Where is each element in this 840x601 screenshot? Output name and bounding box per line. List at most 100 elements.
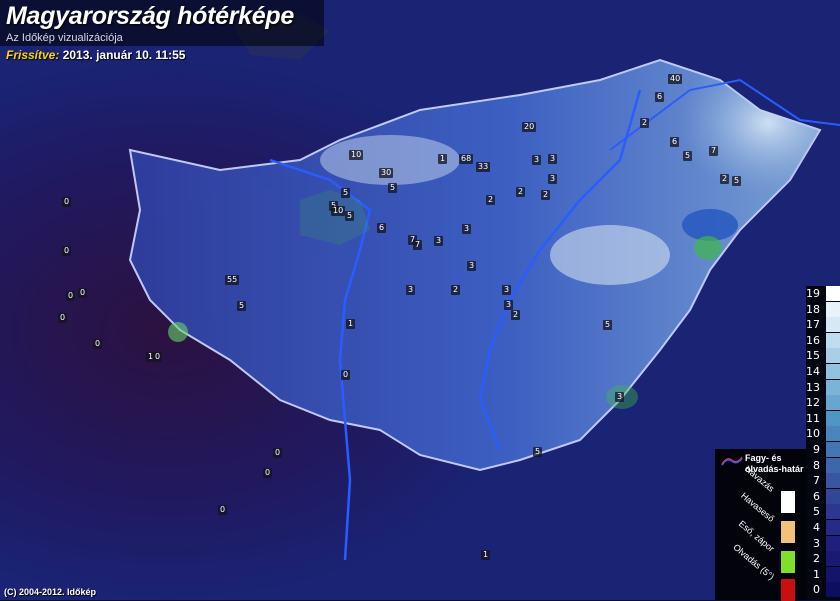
scale-label: 17 — [806, 318, 820, 332]
scale-label: 9 — [813, 443, 820, 456]
legend-category-swatch — [781, 521, 795, 543]
station-value: 0 — [218, 505, 228, 515]
station-value: 2 — [720, 174, 730, 184]
station-value: 0 — [93, 339, 103, 349]
station-value: 3 — [504, 300, 514, 310]
station-value: 5 — [237, 301, 247, 311]
station-value: 0 — [78, 288, 88, 298]
scale-swatch — [826, 286, 840, 301]
station-value: 2 — [486, 195, 496, 205]
scale-row: 19 — [806, 286, 840, 301]
station-value: 20 — [522, 122, 537, 132]
scale-swatch — [826, 395, 840, 411]
scale-swatch — [826, 582, 840, 598]
scale-row: 10 — [806, 426, 840, 442]
station-value: 3 — [462, 224, 472, 234]
station-value: 1 — [346, 319, 356, 329]
station-value: 5 — [683, 151, 693, 161]
station-value: 0 — [263, 468, 273, 478]
scale-label: 14 — [806, 365, 820, 378]
scale-label: 12 — [806, 396, 820, 410]
station-value: 3 — [406, 285, 416, 295]
scale-swatch — [826, 426, 840, 442]
scale-label: 11 — [806, 411, 820, 425]
scale-swatch — [826, 488, 840, 504]
scale-label: 6 — [813, 489, 820, 503]
station-value: 3 — [548, 174, 558, 184]
station-value: 0 — [273, 448, 283, 458]
legend-category-swatch — [781, 579, 795, 601]
station-value: 7 — [413, 240, 423, 250]
station-value: 68 — [459, 154, 474, 164]
scale-swatch — [826, 348, 840, 364]
station-value: 3 — [532, 155, 542, 165]
scale-swatch — [826, 535, 840, 551]
scale-label: 5 — [813, 505, 820, 519]
scale-row: 1 — [806, 566, 840, 582]
scale-label: 10 — [806, 427, 820, 441]
snow-map — [0, 0, 840, 600]
scale-row: 6 — [806, 488, 840, 504]
station-value: 3 — [434, 236, 444, 246]
station-value: 0 — [62, 246, 72, 256]
updated-label: Frissítve: — [6, 48, 60, 62]
station-value: 0 — [66, 291, 76, 301]
scale-row: 8 — [806, 457, 840, 473]
scale-row: 7 — [806, 473, 840, 489]
scale-swatch — [826, 457, 840, 473]
scale-label: 0 — [813, 583, 820, 597]
station-value: 1 — [438, 154, 448, 164]
station-value: 2 — [511, 310, 521, 320]
scale-row: 17 — [806, 317, 840, 333]
scale-swatch — [826, 379, 840, 395]
scale-swatch — [826, 301, 840, 317]
scale-label: 3 — [813, 536, 820, 550]
station-value: 3 — [467, 261, 477, 271]
scale-row: 5 — [806, 504, 840, 520]
station-value: 3 — [615, 392, 625, 402]
station-value: 3 — [502, 285, 512, 295]
station-value: 6 — [655, 92, 665, 102]
scale-label: 7 — [813, 474, 820, 488]
scale-swatch — [826, 504, 840, 520]
snow-depth-scale: 19 18 17 16 15 14 13 12 11 10 9 8 7 6 5 4 3 2 1 0 — [806, 286, 840, 600]
station-value: 6 — [670, 137, 680, 147]
station-value: 7 — [709, 146, 719, 156]
station-value: 10 — [331, 206, 346, 216]
station-value: 5 — [341, 188, 351, 198]
scale-swatch — [826, 332, 840, 348]
station-value: 2 — [640, 118, 650, 128]
scale-label: 19 — [806, 287, 820, 300]
scale-label: 1 — [813, 567, 820, 581]
precip-legend: Fagy- és olvadás-határ Havazás Havaseső Es… — [715, 449, 806, 601]
station-value: 5 — [533, 447, 543, 457]
station-value: 6 — [377, 223, 387, 233]
scale-swatch — [826, 473, 840, 489]
legend-category-swatch — [781, 491, 795, 513]
scale-swatch — [826, 520, 840, 535]
station-value: 40 — [668, 74, 683, 84]
scale-row: 9 — [806, 442, 840, 457]
scale-row: 13 — [806, 379, 840, 395]
legend-category-swatch — [781, 551, 795, 573]
scale-label: 2 — [813, 552, 820, 566]
page-subtitle: Az Időkép vizualizációja — [6, 32, 123, 44]
scale-swatch — [826, 442, 840, 457]
station-value: 0 — [153, 352, 163, 362]
station-value: 2 — [451, 285, 461, 295]
page-title: Magyarország hótérképe — [6, 2, 294, 30]
scale-row: 18 — [806, 301, 840, 317]
scale-row: 12 — [806, 395, 840, 411]
scale-row: 3 — [806, 535, 840, 551]
scale-row: 0 — [806, 582, 840, 598]
scale-label: 15 — [806, 349, 820, 363]
station-value: 0 — [58, 313, 68, 323]
updated-timestamp: Frissítve: 2013. január 10. 11:55 — [6, 48, 185, 62]
scale-label: 8 — [813, 458, 820, 472]
station-value: 1 — [481, 550, 491, 560]
station-value: 5 — [603, 320, 613, 330]
scale-swatch — [826, 566, 840, 582]
station-value: 5 — [732, 176, 742, 186]
station-value: 33 — [476, 162, 491, 172]
updated-value: 2013. január 10. 11:55 — [62, 48, 186, 62]
